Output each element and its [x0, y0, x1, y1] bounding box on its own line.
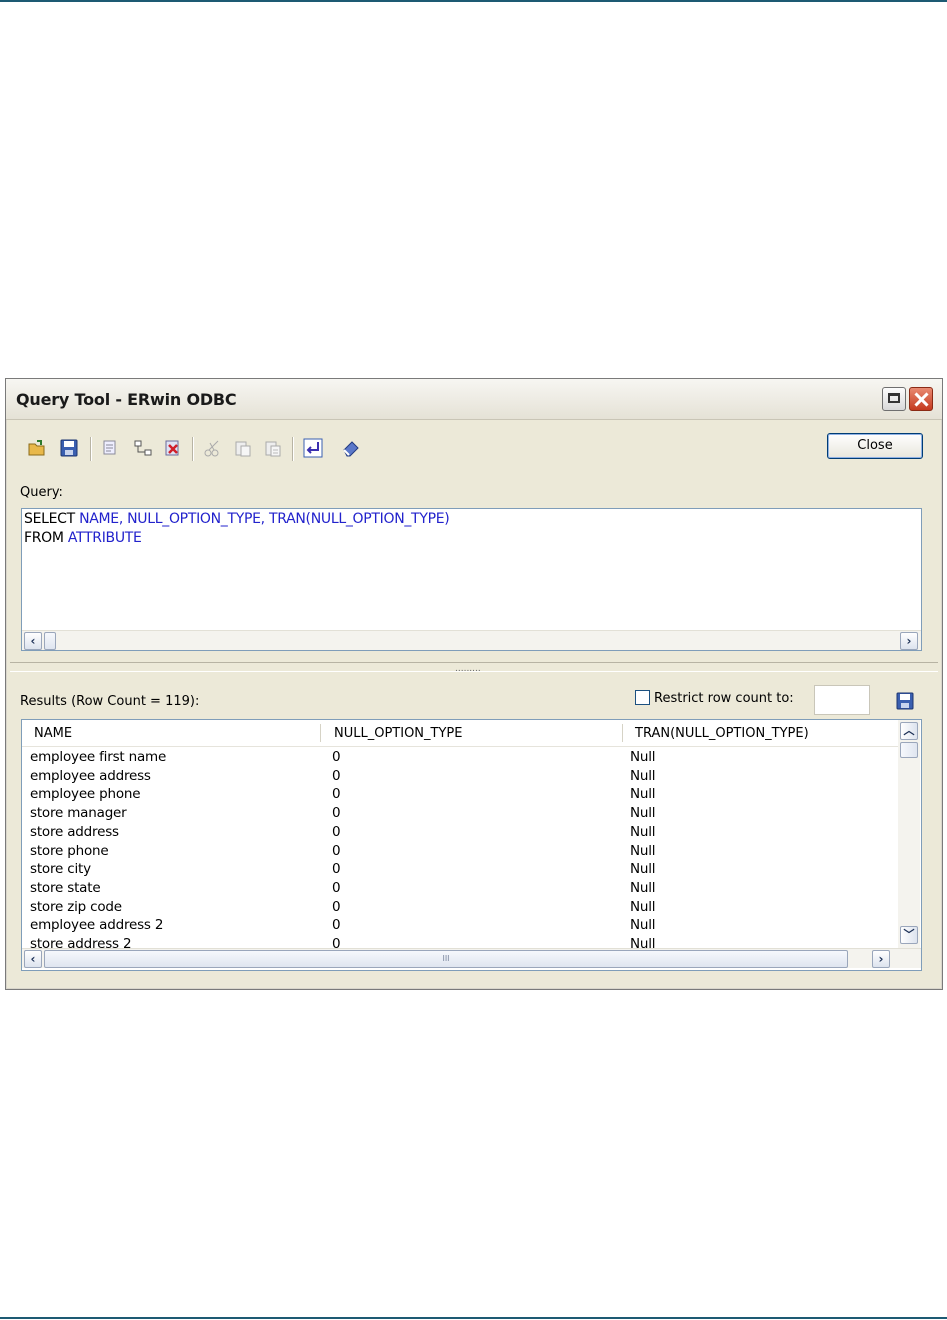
cut-icon[interactable]	[202, 437, 224, 459]
window-title: Query Tool - ERwin ODBC	[16, 390, 237, 409]
cell-name: employee address	[30, 767, 151, 784]
scroll-thumb[interactable]	[900, 742, 918, 758]
table-row[interactable]: store manager 0 Null	[22, 804, 902, 823]
query-label: Query:	[20, 485, 63, 500]
cell-name: store state	[30, 879, 101, 896]
cell-null-option-type: 0	[332, 861, 341, 878]
cell-null-option-type: 0	[332, 767, 341, 784]
title-bar[interactable]: Query Tool - ERwin ODBC	[6, 379, 942, 420]
grip-icon: .........	[455, 664, 481, 674]
toolbar-separator	[292, 437, 294, 461]
sql-keyword: SELECT	[24, 511, 75, 527]
column-divider[interactable]	[320, 724, 321, 742]
page-bottom-rule	[0, 1317, 947, 1319]
cell-tran-null-option-type: Null	[630, 861, 656, 878]
table-row[interactable]: store state 0 Null	[22, 879, 902, 898]
cell-name: store phone	[30, 842, 109, 859]
cell-name: store manager	[30, 805, 127, 822]
cell-null-option-type: 0	[332, 823, 341, 840]
scroll-left-icon[interactable]: ‹	[24, 950, 42, 968]
scroll-left-icon[interactable]: ‹	[24, 632, 42, 650]
column-divider[interactable]	[622, 724, 623, 742]
execute-icon[interactable]	[302, 437, 324, 459]
table-row[interactable]: store address 0 Null	[22, 823, 902, 842]
delete-icon[interactable]	[162, 437, 184, 459]
cell-tran-null-option-type: Null	[630, 842, 656, 859]
cell-name: store city	[30, 861, 91, 878]
row-count-input[interactable]	[814, 685, 870, 715]
cell-null-option-type: 0	[332, 786, 341, 803]
sql-table: ATTRIBUTE	[67, 530, 142, 546]
cell-tran-null-option-type: Null	[630, 805, 656, 822]
scroll-up-icon[interactable]: ︿	[900, 722, 918, 740]
query-editor[interactable]: SELECT NAME, NULL_OPTION_TYPE, TRAN(NULL…	[21, 508, 922, 651]
query-text: SELECT NAME, NULL_OPTION_TYPE, TRAN(NULL…	[24, 510, 450, 548]
cell-null-option-type: 0	[332, 898, 341, 915]
query-horizontal-scrollbar[interactable]: ‹ ›	[22, 630, 921, 650]
grid-header: NAME NULL_OPTION_TYPE TRAN(NULL_OPTION_T…	[22, 720, 902, 747]
column-header-tran-null-option-type[interactable]: TRAN(NULL_OPTION_TYPE)	[635, 726, 809, 741]
cell-null-option-type: 0	[332, 879, 341, 896]
cell-null-option-type: 0	[332, 917, 341, 934]
eraser-icon[interactable]	[340, 437, 362, 459]
cell-tran-null-option-type: Null	[630, 898, 656, 915]
results-grid[interactable]: NAME NULL_OPTION_TYPE TRAN(NULL_OPTION_T…	[21, 719, 922, 971]
column-header-null-option-type[interactable]: NULL_OPTION_TYPE	[334, 726, 462, 741]
paste-icon[interactable]	[232, 437, 254, 459]
save-icon[interactable]	[58, 437, 80, 459]
table-row[interactable]: employee first name 0 Null	[22, 748, 902, 767]
column-header-name[interactable]: NAME	[34, 726, 72, 741]
restrict-row-count-checkbox[interactable]	[635, 690, 650, 705]
cell-name: store zip code	[30, 898, 122, 915]
table-row[interactable]: employee address 0 Null	[22, 767, 902, 786]
cell-name: employee phone	[30, 786, 141, 803]
cell-null-option-type: 0	[332, 749, 341, 765]
scroll-thumb[interactable]: III	[44, 950, 848, 968]
cell-null-option-type: 0	[332, 842, 341, 859]
cell-tran-null-option-type: Null	[630, 823, 656, 840]
results-horizontal-scrollbar[interactable]: ‹ III ›	[22, 948, 921, 968]
maximize-button[interactable]	[882, 387, 906, 411]
cell-name: employee address 2	[30, 917, 164, 934]
table-row[interactable]: store zip code 0 Null	[22, 898, 902, 917]
table-row[interactable]: store phone 0 Null	[22, 842, 902, 861]
scroll-right-icon[interactable]: ›	[872, 950, 890, 968]
cell-tran-null-option-type: Null	[630, 917, 656, 934]
window-close-button[interactable]	[909, 387, 933, 411]
sql-keyword: FROM	[24, 530, 64, 546]
cell-null-option-type: 0	[332, 805, 341, 822]
cell-tran-null-option-type: Null	[630, 767, 656, 784]
scroll-right-icon[interactable]: ›	[900, 632, 918, 650]
page-top-rule	[0, 0, 947, 2]
close-button[interactable]: Close	[827, 433, 923, 459]
cell-tran-null-option-type: Null	[630, 879, 656, 896]
results-vertical-scrollbar[interactable]: ︿ ﹀	[898, 720, 920, 948]
cell-tran-null-option-type: Null	[630, 786, 656, 803]
scroll-down-icon[interactable]: ﹀	[900, 926, 918, 944]
query-tool-window: Query Tool - ERwin ODBC Close Query: SEL…	[5, 378, 943, 990]
cell-tran-null-option-type: Null	[630, 749, 656, 765]
paste-special-icon[interactable]	[262, 437, 284, 459]
toolbar-separator	[90, 437, 92, 461]
toolbar-separator	[192, 437, 194, 461]
open-folder-icon[interactable]	[26, 437, 48, 459]
link-icon[interactable]	[132, 437, 154, 459]
table-row[interactable]: employee address 2 0 Null	[22, 916, 902, 935]
table-row[interactable]: store city 0 Null	[22, 860, 902, 879]
cell-name: store address	[30, 823, 119, 840]
table-row[interactable]: employee phone 0 Null	[22, 785, 902, 804]
save-results-icon[interactable]	[895, 691, 915, 711]
copy-query-icon[interactable]	[100, 437, 122, 459]
scroll-thumb[interactable]	[44, 632, 56, 650]
sql-columns: NAME, NULL_OPTION_TYPE, TRAN(NULL_OPTION…	[79, 511, 450, 527]
cell-name: employee first name	[30, 749, 167, 765]
results-label: Results (Row Count = 119):	[20, 694, 200, 709]
restrict-row-count-label: Restrict row count to:	[654, 691, 794, 706]
splitter-handle[interactable]: .........	[10, 662, 938, 674]
